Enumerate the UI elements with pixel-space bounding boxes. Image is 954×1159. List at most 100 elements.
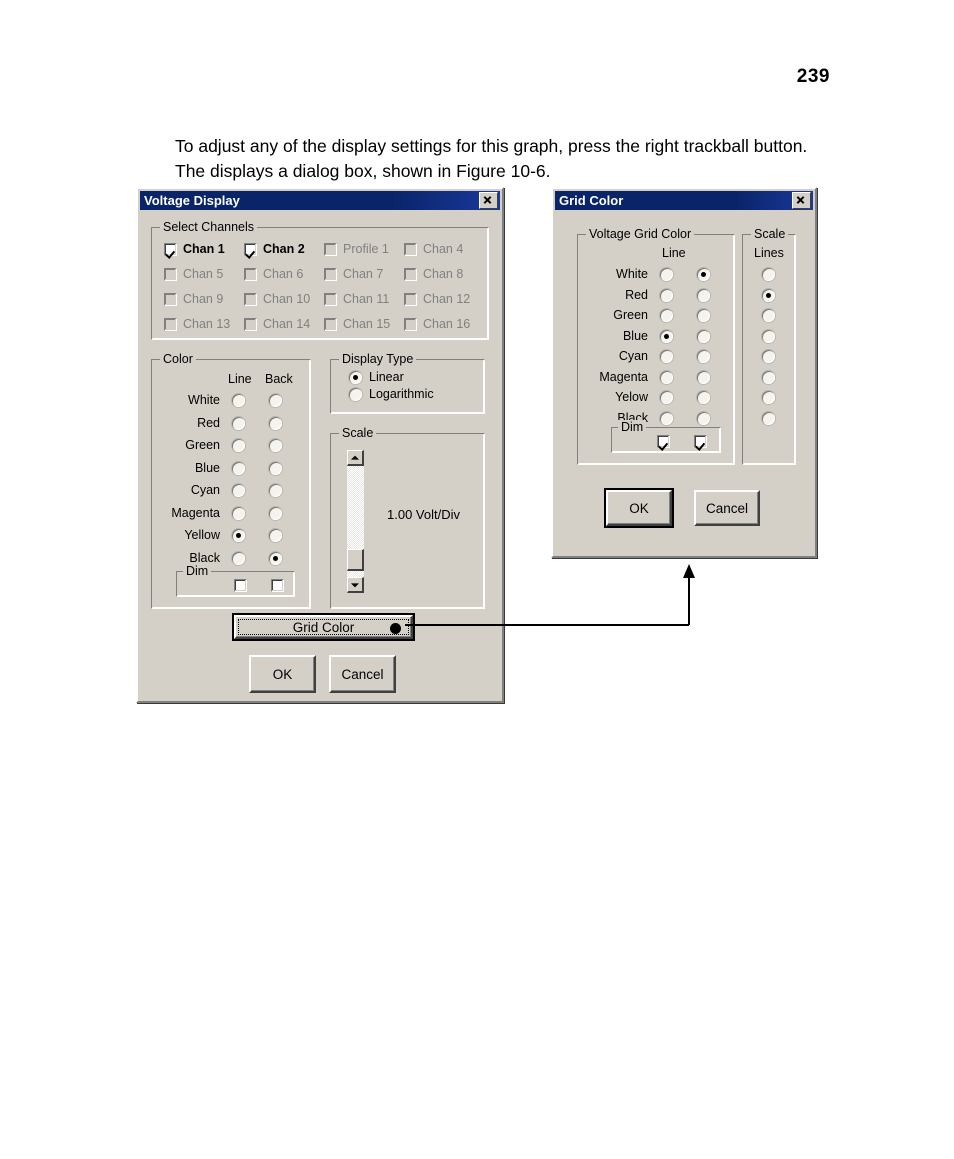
grid-color-row-label: White — [616, 267, 648, 281]
scale-value-label: 1.00 Volt/Div — [387, 507, 460, 522]
color-dim-group: Dim — [176, 564, 295, 597]
display-type-radio[interactable] — [349, 370, 362, 384]
channel-label: Profile 1 — [343, 242, 389, 256]
channel-checkbox — [164, 317, 177, 331]
close-icon[interactable] — [479, 192, 498, 209]
channel-checkbox-row: Chan 9 — [164, 292, 223, 306]
channel-checkbox-row: Chan 16 — [404, 317, 470, 331]
channel-label: Chan 6 — [263, 267, 304, 281]
channel-checkbox — [324, 242, 337, 256]
channel-checkbox — [324, 292, 337, 306]
color-line-radio[interactable] — [232, 394, 245, 407]
color-back-radio[interactable] — [269, 551, 282, 565]
grid-color-col2-radio[interactable] — [697, 370, 710, 384]
grid-color-col1-radio[interactable] — [660, 268, 673, 281]
channel-label: Chan 9 — [183, 292, 224, 306]
color-line-radio[interactable] — [232, 506, 245, 520]
grid-color-col1-radio[interactable] — [660, 370, 673, 384]
color-back-radio[interactable] — [269, 506, 282, 520]
color-column-header-line: Line — [228, 372, 252, 386]
grid-color-col1-radio[interactable] — [660, 288, 673, 302]
voltage-display-titlebar[interactable]: Voltage Display — [140, 191, 500, 210]
color-row-label: Green — [185, 438, 220, 452]
scale-scroll-thumb[interactable] — [347, 549, 364, 571]
color-back-radio[interactable] — [269, 394, 282, 407]
grid-scale-radio[interactable] — [762, 288, 775, 302]
color-line-radio[interactable] — [232, 551, 245, 565]
grid-scale-radio[interactable] — [762, 350, 775, 363]
grid-ok-button[interactable]: OK — [604, 488, 674, 528]
channel-checkbox — [164, 267, 177, 281]
select-channels-group: Select Channels Chan 1 Chan 2 Profile 1 Cha… — [151, 220, 489, 340]
voltage-display-dialog: Voltage Display Select Channels Chan 1 Ch… — [136, 187, 504, 703]
color-dim-back-checkbox[interactable] — [271, 579, 284, 592]
grid-color-col1-radio[interactable] — [660, 411, 673, 425]
channel-label: Chan 16 — [423, 317, 471, 331]
channel-checkbox-row[interactable]: Chan 1 — [164, 242, 225, 256]
channel-checkbox-row[interactable]: Chan 2 — [244, 242, 305, 256]
grid-color-col2-radio[interactable] — [697, 350, 710, 363]
grid-scale-radio[interactable] — [762, 411, 775, 425]
grid-color-col2-radio[interactable] — [697, 411, 710, 425]
grid-color-col2-radio[interactable] — [697, 309, 710, 322]
color-back-radio[interactable] — [269, 439, 282, 452]
grid-scale-group: Scale Lines — [742, 227, 796, 465]
voltage-ok-button[interactable]: OK — [249, 655, 316, 693]
channel-checkbox-row: Chan 5 — [164, 267, 223, 281]
grid-scale-radio[interactable] — [762, 391, 775, 404]
close-icon[interactable] — [792, 192, 811, 209]
grid-scale-column-header: Lines — [754, 246, 784, 260]
color-dim-line-checkbox[interactable] — [234, 579, 247, 592]
grid-color-row-label: Red — [625, 287, 648, 302]
grid-color-row-label: Cyan — [618, 349, 648, 363]
scale-scroll-down-icon[interactable] — [347, 577, 364, 593]
grid-dim-col2-checkbox[interactable] — [694, 435, 707, 448]
voltage-cancel-button[interactable]: Cancel — [329, 655, 396, 693]
grid-color-col2-radio[interactable] — [697, 329, 710, 343]
grid-scale-radio[interactable] — [762, 329, 775, 343]
color-line-radio[interactable] — [232, 461, 245, 475]
channel-checkbox — [244, 267, 257, 281]
page-number: 239 — [796, 66, 830, 87]
channel-checkbox[interactable] — [244, 242, 257, 256]
color-line-radio[interactable] — [232, 529, 245, 542]
grid-color-col1-radio[interactable] — [660, 391, 673, 404]
grid-color-col1-radio[interactable] — [660, 350, 673, 363]
color-back-radio[interactable] — [269, 461, 282, 475]
grid-scale-radio[interactable] — [762, 309, 775, 322]
channel-checkbox[interactable] — [164, 242, 177, 256]
grid-color-col1-radio[interactable] — [660, 309, 673, 322]
display-type-radio[interactable] — [349, 387, 362, 401]
grid-scale-group-title: Scale — [751, 227, 789, 241]
color-row-label: Cyan — [190, 483, 220, 497]
color-row-label: Red — [197, 415, 220, 430]
channel-label: Chan 14 — [263, 317, 311, 331]
channel-checkbox — [404, 242, 417, 256]
display-type-option[interactable]: Logarithmic — [349, 387, 434, 401]
grid-color-col2-radio[interactable] — [697, 288, 710, 302]
grid-color-col2-radio[interactable] — [697, 391, 710, 404]
grid-dim-col1-checkbox[interactable] — [657, 435, 670, 448]
body-paragraph: To adjust any of the display settings fo… — [175, 136, 808, 181]
color-dim-group-title: Dim — [183, 564, 212, 578]
channel-checkbox — [404, 292, 417, 306]
scale-scrollbar[interactable] — [347, 450, 364, 593]
grid-color-col2-radio[interactable] — [697, 268, 710, 281]
color-line-radio[interactable] — [232, 439, 245, 452]
color-back-radio[interactable] — [269, 484, 282, 497]
color-line-radio[interactable] — [232, 416, 245, 430]
color-back-radio[interactable] — [269, 416, 282, 430]
color-back-radio[interactable] — [269, 529, 282, 542]
scale-scroll-up-icon[interactable] — [347, 450, 364, 466]
display-type-option[interactable]: Linear — [349, 370, 404, 384]
grid-color-button-label: Grid Color — [292, 619, 355, 635]
grid-ok-label: OK — [629, 500, 649, 516]
grid-cancel-button[interactable]: Cancel — [694, 490, 760, 526]
color-line-radio[interactable] — [232, 484, 245, 497]
grid-scale-radio[interactable] — [762, 268, 775, 281]
grid-color-button[interactable]: Grid Color — [232, 613, 415, 641]
grid-color-titlebar[interactable]: Grid Color — [555, 191, 813, 210]
grid-color-col1-radio[interactable] — [660, 329, 673, 343]
color-group: Color Line Back White Red Green Blue Cyan Mag… — [151, 352, 311, 609]
grid-scale-radio[interactable] — [762, 370, 775, 384]
